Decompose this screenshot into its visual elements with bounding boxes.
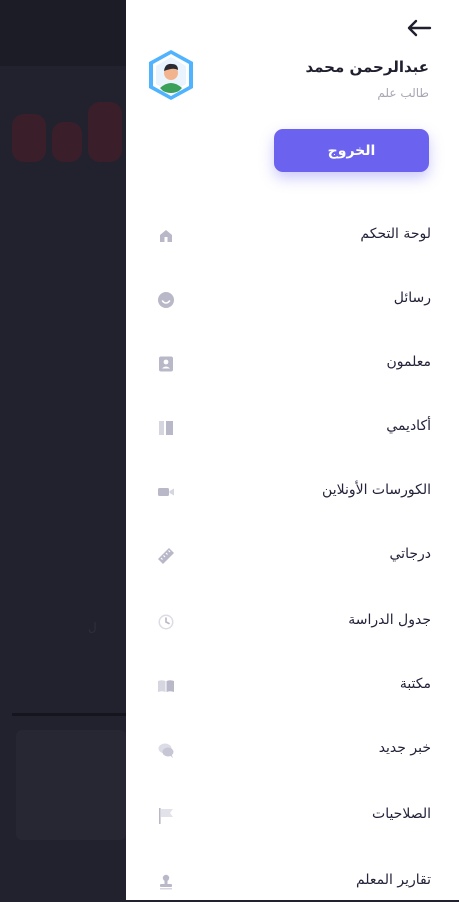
menu-item-label: رسائل bbox=[393, 290, 431, 306]
menu-item-label: لوحة التحكم bbox=[360, 226, 431, 242]
menu-item-label: تقارير المعلم bbox=[355, 872, 431, 888]
book-icon bbox=[156, 676, 176, 696]
background-heading bbox=[12, 92, 122, 172]
ruler-icon bbox=[156, 546, 176, 566]
navigation-drawer: عبدالرحمن محمد طالب علم الخروج لوحة التح… bbox=[126, 0, 459, 900]
menu-item-online-courses[interactable]: الكورسات الأونلاين bbox=[126, 472, 459, 512]
menu-item-permissions[interactable]: الصلاحيات bbox=[126, 796, 459, 836]
user-avatar-icon bbox=[149, 50, 193, 100]
menu-item-messages[interactable]: رسائل bbox=[126, 280, 459, 320]
background-app-overlay[interactable]: ل bbox=[0, 0, 126, 900]
menu-item-academic[interactable]: أكاديمي bbox=[126, 408, 459, 448]
menu-item-study-schedule[interactable]: جدول الدراسة bbox=[126, 602, 459, 642]
profile-name: عبدالرحمن محمد bbox=[305, 58, 429, 76]
avatar[interactable] bbox=[146, 48, 196, 102]
menu-item-label: معلمون bbox=[386, 354, 432, 370]
video-camera-icon bbox=[156, 482, 176, 502]
menu-item-label: درجاتي bbox=[389, 546, 431, 562]
columns-icon bbox=[156, 418, 176, 438]
menu-item-label: الصلاحيات bbox=[372, 806, 431, 822]
background-card bbox=[16, 730, 126, 840]
contact-card-icon bbox=[156, 354, 176, 374]
flag-icon bbox=[156, 806, 176, 826]
background-divider bbox=[12, 713, 126, 716]
menu-item-dashboard[interactable]: لوحة التحكم bbox=[126, 216, 459, 256]
menu-item-teacher-reports[interactable]: تقارير المعلم bbox=[126, 862, 459, 902]
menu-item-library[interactable]: مكتبة bbox=[126, 666, 459, 706]
arrow-left-icon bbox=[407, 19, 432, 37]
back-button[interactable] bbox=[405, 14, 433, 42]
stamp-icon bbox=[156, 872, 176, 892]
chat-bubbles-icon bbox=[156, 740, 176, 760]
home-icon bbox=[156, 226, 176, 246]
menu-item-label: مكتبة bbox=[399, 676, 431, 692]
profile-role: طالب علم bbox=[377, 86, 429, 100]
logout-button[interactable]: الخروج bbox=[274, 129, 429, 172]
menu-item-teachers[interactable]: معلمون bbox=[126, 344, 459, 384]
smile-icon bbox=[156, 290, 176, 310]
menu-item-label: جدول الدراسة bbox=[348, 612, 431, 628]
menu-item-label: خبر جديد bbox=[378, 740, 431, 756]
menu-item-my-grades[interactable]: درجاتي bbox=[126, 536, 459, 576]
menu-item-label: الكورسات الأونلاين bbox=[322, 482, 431, 498]
background-text: ل bbox=[88, 620, 97, 634]
menu-item-new-news[interactable]: خبر جديد bbox=[126, 730, 459, 770]
background-header bbox=[0, 0, 126, 66]
menu-item-label: أكاديمي bbox=[386, 418, 431, 434]
clock-icon bbox=[156, 612, 176, 632]
